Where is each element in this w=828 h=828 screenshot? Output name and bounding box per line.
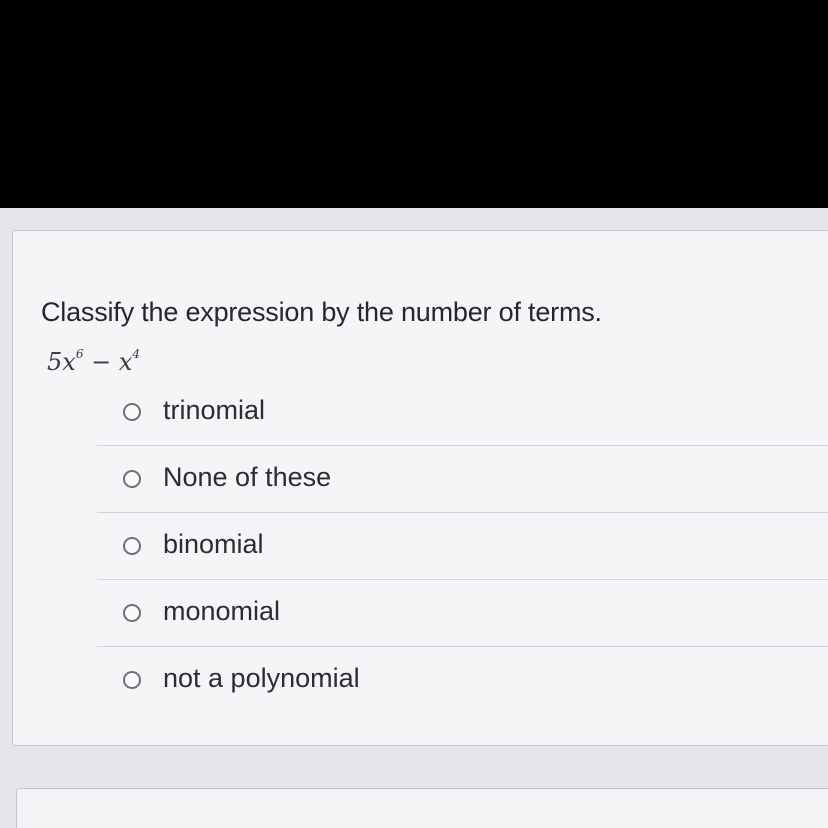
option-not-a-polynomial[interactable]: not a polynomial	[97, 647, 828, 713]
radio-button-icon[interactable]	[123, 537, 141, 555]
expression-exponent-2: 4	[132, 347, 141, 361]
option-monomial[interactable]: monomial	[97, 580, 828, 647]
question-card: Classify the expression by the number of…	[12, 230, 828, 746]
radio-button-icon[interactable]	[123, 403, 141, 421]
next-question-card	[16, 788, 828, 828]
radio-button-icon[interactable]	[123, 671, 141, 689]
expression-variable-1: x	[62, 348, 76, 376]
question-text: Classify the expression by the number of…	[41, 297, 602, 327]
option-none-of-these[interactable]: None of these	[97, 446, 828, 513]
expression-coefficient: 5	[47, 348, 63, 376]
radio-button-icon[interactable]	[123, 470, 141, 488]
expression-exponent-1: 6	[75, 347, 84, 361]
option-binomial[interactable]: binomial	[97, 513, 828, 580]
answer-options: trinomial None of these binomial monomia…	[97, 379, 828, 713]
option-label[interactable]: None of these	[163, 462, 331, 493]
screen-area: Classify the expression by the number of…	[0, 208, 828, 828]
option-label[interactable]: monomial	[163, 596, 280, 627]
option-trinomial[interactable]: trinomial	[97, 379, 828, 446]
math-expression: 5x6 − x4	[47, 347, 140, 376]
expression-operator: −	[91, 348, 112, 376]
option-label[interactable]: binomial	[163, 529, 264, 560]
radio-button-icon[interactable]	[123, 604, 141, 622]
option-label[interactable]: trinomial	[163, 395, 265, 426]
expression-variable-2: x	[118, 348, 133, 376]
option-label[interactable]: not a polynomial	[163, 663, 360, 694]
